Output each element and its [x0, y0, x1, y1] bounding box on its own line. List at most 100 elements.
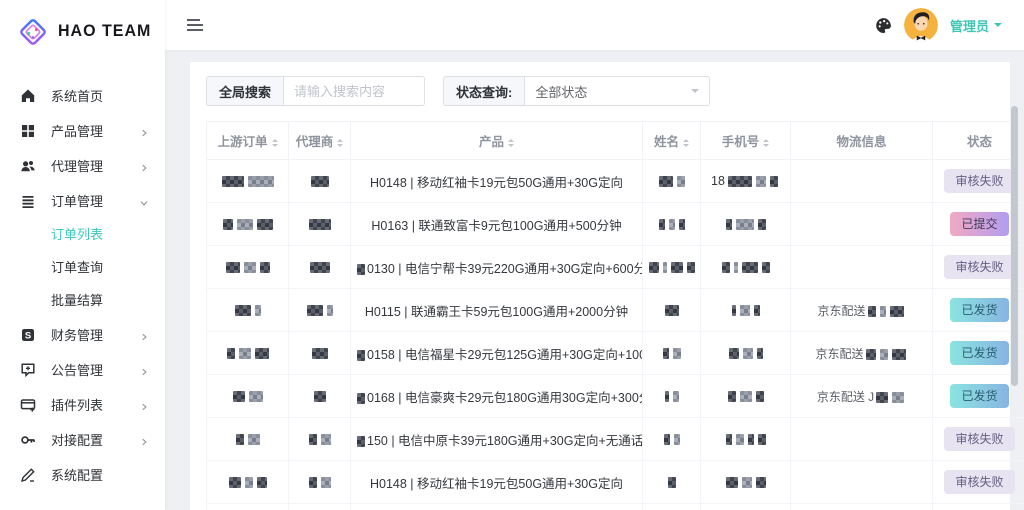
sidebar-subitem[interactable]: 订单列表	[0, 218, 165, 251]
orders-card: 全局搜索 状态查询: 全部状态 上游订单 代理商 产品 姓名 手机号 物流信息 状态 H014…	[190, 62, 1024, 510]
redacted-block	[687, 262, 695, 274]
cell-phone	[700, 417, 791, 461]
column-header[interactable]: 上游订单	[206, 121, 289, 160]
column-header[interactable]: 姓名	[642, 121, 701, 160]
table-row: 0158 | 电信福星卡29元包125G通用+30G定向+100分钟 京东配送 已发…	[206, 331, 1024, 375]
cell-logistics	[790, 417, 933, 461]
redacted-block	[753, 305, 760, 317]
redacted-block	[747, 434, 754, 446]
column-header[interactable]: 代理商	[288, 121, 351, 160]
logistics-text: 京东配送 J	[816, 389, 875, 404]
theme-palette-icon[interactable]	[875, 17, 892, 34]
redacted-block	[225, 262, 240, 274]
table-row: 0168 | 电信豪爽卡29元包180G通用30G定向+300分钟 京东配送 J 已…	[206, 374, 1024, 418]
redacted-block	[663, 262, 667, 274]
scrollbar-thumb[interactable]	[1011, 106, 1018, 386]
sort-icon[interactable]	[508, 136, 514, 150]
cell-logistics: 京东配送	[790, 288, 933, 332]
redacted-block	[309, 262, 330, 274]
chevron-down-icon	[139, 196, 149, 206]
sidebar-item[interactable]: 代理管理	[0, 148, 165, 183]
table-row: H0148 | 移动红袖卡19元包50G通用+30G定向 审核失败	[206, 460, 1024, 504]
cell-agent	[288, 245, 351, 289]
phone-prefix: 18	[711, 174, 725, 188]
cell-agent	[288, 374, 351, 418]
redacted-block	[663, 434, 670, 446]
sidebar-item[interactable]: 公告管理	[0, 352, 165, 387]
sidebar-item[interactable]: 系统首页	[0, 78, 165, 113]
sidebar-item-label: 产品管理	[51, 124, 104, 139]
redacted-block	[761, 262, 770, 274]
logistics-text: 京东配送	[817, 303, 866, 318]
cell-agent	[288, 159, 351, 203]
redacted-block	[226, 348, 235, 360]
cell-upstream-order	[206, 331, 289, 375]
sidebar-item-label: 系统首页	[51, 89, 104, 104]
redacted-block	[234, 305, 251, 317]
column-header-label: 代理商	[295, 135, 334, 149]
sidebar-item-label: 代理管理	[51, 159, 104, 174]
column-header[interactable]: 产品	[350, 121, 643, 160]
column-header[interactable]: 手机号	[700, 121, 791, 160]
redacted-block	[721, 262, 730, 274]
sidebar-item[interactable]: 系统配置	[0, 457, 165, 492]
redacted-block	[678, 219, 685, 231]
main-area: 管理员 全局搜索 状态查询: 全部状态 上游订单代理商产品姓名手机	[165, 0, 1024, 510]
status-badge: 审核失败	[944, 427, 1015, 451]
search-input[interactable]	[283, 76, 426, 106]
cell-status: 已发货	[932, 503, 1024, 510]
orders-table: 上游订单 代理商 产品 姓名 手机号 物流信息 状态 H0148 | 移动红袖卡19元包50G…	[206, 121, 1024, 510]
sidebar-subitem[interactable]: 订单查询	[0, 251, 165, 284]
cell-phone	[700, 202, 791, 246]
redacted-block	[256, 219, 273, 231]
redacted-block	[357, 435, 365, 447]
user-menu[interactable]: 管理员	[950, 16, 1002, 35]
redacted-block	[658, 219, 665, 231]
sort-icon[interactable]	[763, 136, 770, 150]
cell-product: 0168 | 电信豪爽卡29元包180G通用30G定向+300分钟	[350, 374, 643, 418]
redacted-block	[672, 391, 679, 403]
redacted-block	[755, 176, 766, 188]
product-text: 150 | 电信中原卡39元180G通用+30G定向+无通话功能	[367, 433, 643, 448]
cell-product: H0163 | 联通致富卡9元包100G通用+500分钟	[350, 202, 643, 246]
hamburger-menu-icon[interactable]	[183, 15, 207, 35]
list-icon	[20, 193, 36, 209]
home-icon	[20, 88, 36, 104]
cell-agent	[288, 503, 351, 510]
redacted-block	[244, 477, 253, 489]
avatar[interactable]	[903, 8, 938, 42]
sort-icon[interactable]	[271, 136, 278, 150]
sort-icon[interactable]	[683, 136, 689, 150]
redacted-block	[326, 305, 333, 317]
cell-agent	[288, 460, 351, 504]
cell-status: 审核失败	[932, 417, 1024, 461]
redacted-block	[733, 262, 738, 274]
redacted-block	[649, 262, 659, 274]
topbar-right: 管理员	[875, 8, 1002, 42]
sidebar-item[interactable]: 订单管理	[0, 183, 165, 218]
column-header-label: 手机号	[721, 135, 760, 149]
sort-icon[interactable]	[337, 136, 344, 150]
redacted-block	[735, 434, 744, 446]
cell-product: 0158 | 电信福星卡29元包125G通用+30G定向+100分钟	[350, 331, 643, 375]
status-select[interactable]: 全部状态	[524, 76, 711, 106]
redacted-block	[306, 305, 323, 317]
sidebar-subitem[interactable]: 批量结算	[0, 284, 165, 317]
redacted-block	[254, 348, 269, 360]
cell-name	[642, 374, 701, 418]
filter-bar: 全局搜索 状态查询: 全部状态	[206, 76, 994, 106]
sidebar-item[interactable]: 对接配置	[0, 422, 165, 457]
cell-name	[642, 460, 701, 504]
product-text: H0115 | 联通霸王卡59元包100G通用+2000分钟	[364, 304, 629, 319]
redacted-block	[742, 348, 753, 360]
status-badge: 审核失败	[944, 470, 1015, 494]
plugin-icon	[20, 397, 36, 413]
sidebar-item[interactable]: 插件列表	[0, 387, 165, 422]
redacted-block	[741, 262, 758, 274]
sidebar-item[interactable]: S 财务管理	[0, 317, 165, 352]
sidebar-item[interactable]: 产品管理	[0, 113, 165, 148]
column-header-label: 物流信息	[836, 135, 887, 149]
redacted-block	[756, 348, 763, 360]
redacted-block	[254, 305, 261, 317]
chevron-right-icon	[139, 330, 149, 340]
